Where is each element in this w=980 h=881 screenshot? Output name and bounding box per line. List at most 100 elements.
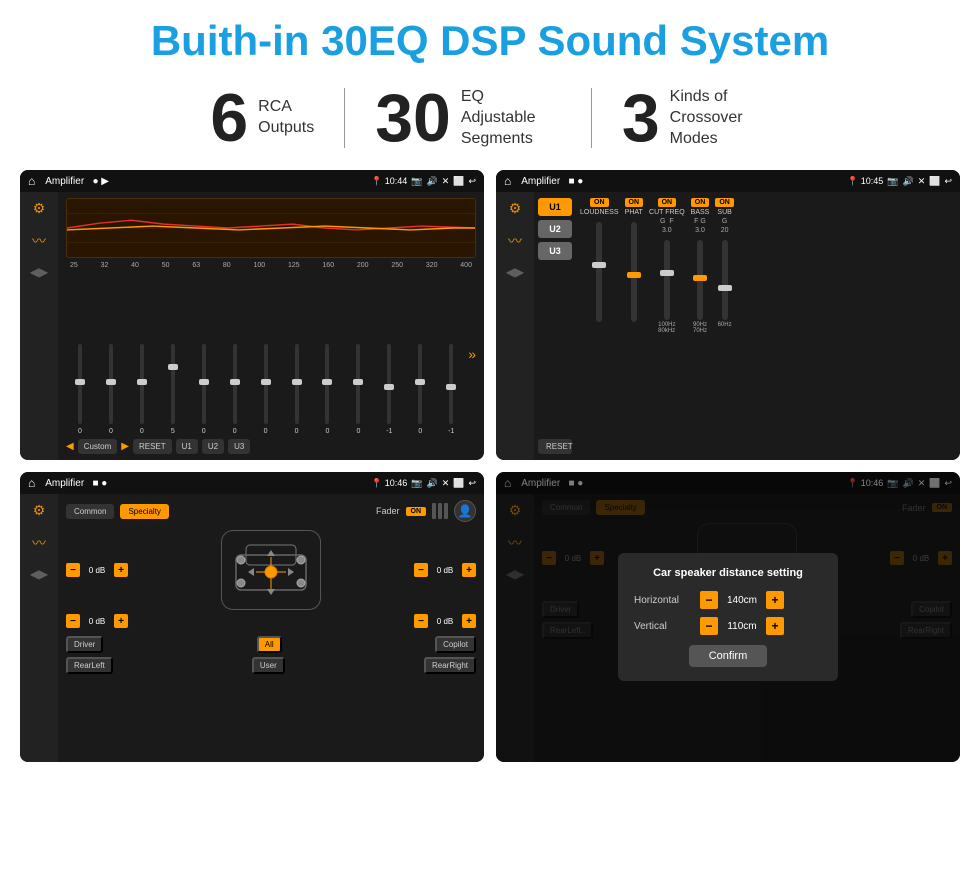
- eq-next-button[interactable]: ▶: [121, 441, 129, 452]
- fader-fr-plus[interactable]: +: [462, 563, 476, 577]
- home-icon[interactable]: ⌂: [28, 174, 35, 188]
- eq-freq-labels: 25 32 40 50 63 80 100 125 160 200 250 32…: [66, 262, 476, 269]
- eq-bottom-bar: ◀ Custom ▶ RESET U1 U2 U3: [66, 439, 476, 454]
- eq-curve-svg: [67, 199, 475, 257]
- fader-tabs: Common Specialty Fader ON 👤: [66, 500, 476, 522]
- fader-rl-plus[interactable]: +: [114, 614, 128, 628]
- fader-rr-plus[interactable]: +: [462, 614, 476, 628]
- fader-sidebar-vol[interactable]: ◀▶: [30, 567, 48, 581]
- dialog-vertical-ctrl: − 110cm +: [700, 617, 784, 635]
- dialog-vertical-label: Vertical: [634, 621, 694, 632]
- main-title: Buith-in 30EQ DSP Sound System: [151, 18, 829, 64]
- eq-slider-11: 0: [406, 344, 434, 435]
- fader-rr-minus[interactable]: −: [414, 614, 428, 628]
- eq-slider-8: 0: [314, 344, 342, 435]
- cross-reset-btn[interactable]: RESET: [538, 439, 572, 454]
- eq-custom-button[interactable]: Custom: [78, 439, 118, 454]
- eq-sidebar-icon-wave[interactable]: 〰: [32, 231, 46, 251]
- eq-u3-button[interactable]: U3: [228, 439, 250, 454]
- stat-label-rca: RCA Outputs: [258, 97, 314, 139]
- cross-sidebar-eq[interactable]: ⚙: [509, 200, 522, 217]
- fader-screen-content: ⚙ 〰 ◀▶ Common Specialty Fader ON: [20, 494, 484, 762]
- dialog-horizontal-plus[interactable]: +: [766, 591, 784, 609]
- dialog-horizontal-label: Horizontal: [634, 595, 694, 606]
- dialog-vertical-row: Vertical − 110cm +: [634, 617, 822, 635]
- fader-person-icon[interactable]: 👤: [454, 500, 476, 522]
- fader-rr-val: 0 dB: [431, 617, 459, 626]
- fader-home-icon[interactable]: ⌂: [28, 476, 35, 490]
- fader-rl-minus[interactable]: −: [66, 614, 80, 628]
- eq-reset-button[interactable]: RESET: [133, 439, 172, 454]
- dialog-vertical-plus[interactable]: +: [766, 617, 784, 635]
- fader-copilot-btn[interactable]: Copilot: [435, 636, 476, 653]
- dialog-horizontal-minus[interactable]: −: [700, 591, 718, 609]
- fader-sidebar-eq[interactable]: ⚙: [33, 502, 46, 519]
- eq-prev-button[interactable]: ◀: [66, 441, 74, 452]
- fader-common-tab[interactable]: Common: [66, 504, 114, 519]
- stat-label-eq: EQ Adjustable Segments: [461, 87, 561, 149]
- eq-slider-5: 0: [221, 344, 249, 435]
- fader-status-bar: ⌂ Amplifier ■ ● 📍 10:46 📷 🔊 ✕ ⬜ ↩: [20, 472, 484, 494]
- fader-left-sidebar: ⚙ 〰 ◀▶: [20, 494, 58, 762]
- eq-slider-10: -1: [375, 344, 403, 435]
- cross-u1-btn[interactable]: U1: [538, 198, 572, 216]
- loudness-on[interactable]: ON: [590, 198, 609, 207]
- eq-u1-button[interactable]: U1: [176, 439, 198, 454]
- screens-grid: ⌂ Amplifier ● ▶ 📍 10:44 📷 🔊 ✕ ⬜ ↩ ⚙ 〰 ◀▶: [20, 170, 960, 762]
- cross-left-sidebar: ⚙ 〰 ◀▶: [496, 192, 534, 460]
- fader-rearleft-btn[interactable]: RearLeft: [66, 657, 113, 674]
- eq-slider-0: 0: [66, 344, 94, 435]
- fader-rl-val: 0 dB: [83, 617, 111, 626]
- fader-all-btn[interactable]: All: [257, 636, 282, 653]
- cross-main: ON LOUDNESS ON PHAT: [576, 192, 960, 460]
- phat-on[interactable]: ON: [625, 198, 644, 207]
- fader-on-toggle[interactable]: ON: [406, 507, 427, 516]
- dialog-vertical-minus[interactable]: −: [700, 617, 718, 635]
- fader-rl-control: − 0 dB +: [66, 614, 128, 628]
- eq-status-bar: ⌂ Amplifier ● ▶ 📍 10:44 📷 🔊 ✕ ⬜ ↩: [20, 170, 484, 192]
- fader-fl-val: 0 dB: [83, 566, 111, 575]
- fader-panel: Common Specialty Fader ON 👤: [58, 494, 484, 762]
- bass-on[interactable]: ON: [691, 198, 710, 207]
- cross-status-bar: ⌂ Amplifier ■ ● 📍 10:45 📷 🔊 ✕ ⬜ ↩: [496, 170, 960, 192]
- fader-front-row: − 0 dB +: [66, 530, 476, 610]
- eq-slider-2: 0: [128, 344, 156, 435]
- fader-driver-btn[interactable]: Driver: [66, 636, 103, 653]
- eq-sidebar-icon-vol[interactable]: ◀▶: [30, 265, 48, 279]
- stat-number-rca: 6: [210, 84, 248, 152]
- fader-specialty-tab[interactable]: Specialty: [120, 504, 168, 519]
- fader-rr-control: − 0 dB +: [414, 614, 476, 628]
- fader-user-btn[interactable]: User: [252, 657, 285, 674]
- cross-app-title: Amplifier ■ ●: [521, 176, 841, 187]
- cross-sidebar-vol[interactable]: ◀▶: [506, 265, 524, 279]
- dialog-screen: ⌂ Amplifier ■ ● 📍 10:46 📷 🔊 ✕ ⬜ ↩ ⚙ 〰 ◀▶: [496, 472, 960, 762]
- car-diagram: [221, 530, 321, 610]
- cross-u2-btn[interactable]: U2: [538, 220, 572, 238]
- eq-slider-4: 0: [190, 344, 218, 435]
- eq-sidebar-icon-tuner[interactable]: ⚙: [33, 200, 46, 217]
- cross-cutfreq: ON CUT FREQ G F 3.0 100Hz80kHz: [649, 198, 685, 334]
- cross-status-icons: 📍 10:45 📷 🔊 ✕ ⬜ ↩: [847, 176, 952, 187]
- fader-fl-plus[interactable]: +: [114, 563, 128, 577]
- eq-slider-9: 0: [344, 344, 372, 435]
- eq-left-sidebar: ⚙ 〰 ◀▶: [20, 192, 58, 460]
- fader-fl-minus[interactable]: −: [66, 563, 80, 577]
- eq-more-icon[interactable]: »: [468, 346, 476, 362]
- dialog-horizontal-ctrl: − 140cm +: [700, 591, 784, 609]
- cutfreq-on[interactable]: ON: [658, 198, 677, 207]
- fader-fr-minus[interactable]: −: [414, 563, 428, 577]
- fader-fl-control: − 0 dB +: [66, 563, 128, 577]
- eq-slider-7: 0: [283, 344, 311, 435]
- eq-slider-3: 5: [159, 344, 187, 435]
- fader-sidebar-wave[interactable]: 〰: [32, 533, 46, 553]
- cross-home-icon[interactable]: ⌂: [504, 174, 511, 188]
- cross-sidebar-wave[interactable]: 〰: [508, 231, 522, 251]
- fader-rearright-btn[interactable]: RearRight: [424, 657, 476, 674]
- dialog-confirm-button[interactable]: Confirm: [689, 645, 768, 667]
- cross-u3-btn[interactable]: U3: [538, 242, 572, 260]
- sub-on[interactable]: ON: [715, 198, 734, 207]
- eq-u2-button[interactable]: U2: [202, 439, 224, 454]
- fader-bottom-labels-2: RearLeft User RearRight: [66, 657, 476, 674]
- eq-slider-6: 0: [252, 344, 280, 435]
- fader-screen: ⌂ Amplifier ■ ● 📍 10:46 📷 🔊 ✕ ⬜ ↩ ⚙ 〰 ◀▶: [20, 472, 484, 762]
